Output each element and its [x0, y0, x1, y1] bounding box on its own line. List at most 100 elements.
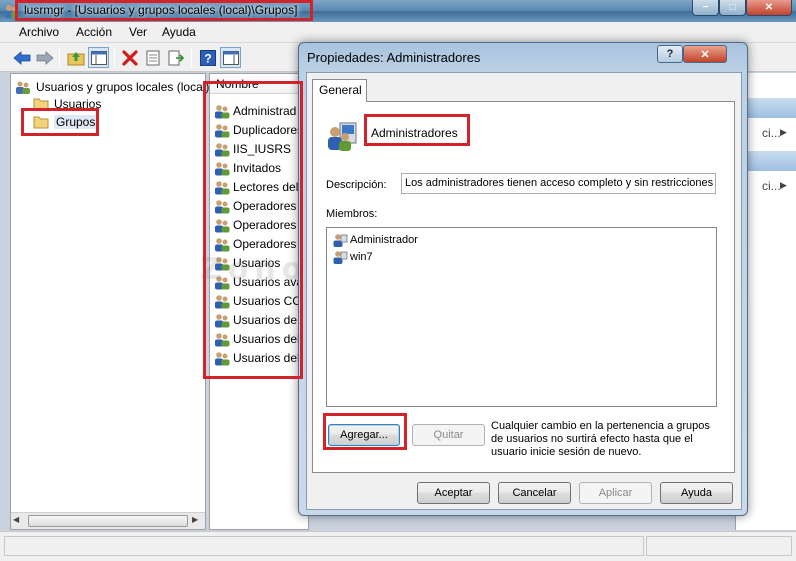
group-name: Administradores — [371, 126, 458, 140]
status-segment — [4, 536, 644, 556]
properties-icon[interactable] — [142, 47, 163, 68]
remove-button[interactable]: Quitar — [412, 424, 485, 446]
membership-note: Cualquier cambio en la pertenencia a gru… — [491, 420, 710, 458]
tree-item-label: Usuarios y grupos locales (local) — [36, 80, 210, 94]
group-icon — [215, 275, 230, 289]
back-arrow-icon[interactable] — [11, 47, 32, 68]
group-icon — [215, 332, 230, 346]
description-field[interactable]: Los administradores tienen acceso comple… — [401, 173, 716, 194]
app-icon — [5, 5, 18, 18]
show-hide-tree-icon[interactable] — [88, 47, 109, 68]
action-label: ci... — [762, 126, 781, 140]
minimize-button[interactable]: − — [692, 0, 719, 16]
tree-item-root[interactable]: Usuarios y grupos locales (local) — [15, 78, 209, 96]
tab-page-general: Administradores Descripción: Los adminis… — [312, 101, 735, 473]
tab-general[interactable]: General — [312, 79, 367, 102]
list-item[interactable]: Usuarios CO — [214, 291, 302, 310]
status-bar — [0, 531, 796, 561]
group-icon — [215, 313, 230, 327]
tree-item-label: Usuarios — [54, 97, 102, 111]
list-item[interactable]: Operadores c — [214, 215, 306, 234]
forward-arrow-icon[interactable] — [34, 47, 55, 68]
window-titlebar: lusrmgr - [Usuarios y grupos locales (lo… — [0, 0, 796, 22]
list-item-label: Operadores c — [233, 217, 306, 232]
member-item[interactable]: win7 — [332, 248, 373, 265]
list-item[interactable]: Usuarios de d — [214, 310, 307, 329]
tree-pane: Usuarios y grupos locales (local) Usuari… — [10, 73, 209, 530]
group-icon — [215, 142, 230, 156]
list-item[interactable]: Usuarios ava — [214, 272, 303, 291]
menu-ver[interactable]: Ver — [129, 25, 147, 39]
list-item[interactable]: IIS_IUSRS — [214, 139, 291, 158]
status-segment — [646, 536, 792, 556]
list-item[interactable]: Usuarios del — [214, 348, 300, 367]
folder-icon — [33, 98, 49, 111]
members-label: Miembros: — [326, 208, 378, 220]
delete-icon[interactable] — [119, 47, 140, 68]
menu-bar: Archivo Acción Ver Ayuda — [0, 22, 796, 43]
cancel-button[interactable]: Cancelar — [498, 482, 571, 504]
tree-item-label: Grupos — [54, 115, 98, 129]
ok-button[interactable]: Aceptar — [417, 482, 490, 504]
maximize-icon: □ — [729, 2, 736, 13]
group-icon — [215, 294, 230, 308]
tree-item-usuarios[interactable]: Usuarios — [33, 95, 101, 113]
list-item[interactable]: Operadores d — [214, 234, 306, 253]
column-header-nombre[interactable]: Nombre — [210, 74, 308, 94]
list-item-label: IIS_IUSRS — [233, 141, 292, 156]
minimize-icon: − — [702, 2, 709, 13]
list-item[interactable]: Administrad — [214, 101, 296, 120]
close-icon: ✕ — [764, 2, 774, 13]
group-icon — [215, 218, 230, 232]
list-item-label: Lectores del — [233, 179, 299, 194]
help-button[interactable]: Ayuda — [660, 482, 733, 504]
tree-horizontal-scrollbar[interactable]: ◀ ▶ — [11, 512, 205, 529]
group-icon — [215, 180, 230, 194]
dialog-close-button[interactable]: ✕ — [683, 45, 727, 63]
toolbar-separator — [191, 48, 192, 67]
list-item[interactable]: Usuarios del — [214, 329, 300, 348]
close-button[interactable]: ✕ — [746, 0, 792, 16]
list-item[interactable]: Duplicadores — [214, 120, 303, 139]
menu-accion[interactable]: Acción — [76, 25, 112, 39]
group-icon — [215, 104, 230, 118]
user-icon — [333, 233, 348, 247]
scrollbar-thumb[interactable] — [28, 515, 188, 527]
tree-item-grupos[interactable]: Grupos — [33, 113, 98, 131]
list-item-label: Administrad — [233, 103, 297, 118]
list-item[interactable]: Usuarios — [214, 253, 280, 272]
window-title: lusrmgr - [Usuarios y grupos locales (lo… — [24, 3, 298, 17]
apply-button[interactable]: Aplicar — [579, 482, 652, 504]
group-icon — [215, 256, 230, 270]
list-item-label: Usuarios ava — [233, 274, 304, 289]
show-hide-action-pane-icon[interactable] — [220, 47, 241, 68]
scroll-right-icon[interactable]: ▶ — [192, 515, 204, 527]
group-icon — [328, 122, 357, 151]
list-item-label: Operadores d — [233, 198, 307, 213]
members-list[interactable]: Administrador win7 — [326, 227, 717, 407]
scroll-left-icon[interactable]: ◀ — [13, 515, 25, 527]
chevron-right-icon: ▶ — [780, 180, 787, 190]
chevron-right-icon: ▶ — [780, 127, 787, 137]
export-list-icon[interactable] — [165, 47, 186, 68]
list-item[interactable]: Lectores del — [214, 177, 298, 196]
menu-ayuda[interactable]: Ayuda — [162, 25, 196, 39]
maximize-button[interactable]: □ — [719, 0, 746, 16]
users-groups-icon — [16, 81, 30, 94]
menu-archivo[interactable]: Archivo — [19, 25, 59, 39]
member-item[interactable]: Administrador — [332, 231, 418, 248]
add-button[interactable]: Agregar... — [328, 424, 400, 446]
list-item-label: Usuarios del — [233, 331, 300, 346]
divider — [326, 158, 716, 159]
list-pane: Nombre Administrad Duplicadores IIS_IUSRS I… — [209, 73, 309, 530]
action-label: ci... — [762, 179, 781, 193]
toolbar-separator — [114, 48, 115, 67]
list-item[interactable]: Operadores d — [214, 196, 306, 215]
dialog-body: General Administradores Descripción: Los… — [306, 72, 742, 510]
dialog-help-button[interactable]: ? — [657, 45, 683, 63]
list-item[interactable]: Invitados — [214, 158, 281, 177]
help-icon: ? — [666, 48, 674, 60]
group-icon — [215, 199, 230, 213]
help-icon[interactable]: ? — [197, 47, 218, 68]
up-folder-icon[interactable] — [65, 47, 86, 68]
